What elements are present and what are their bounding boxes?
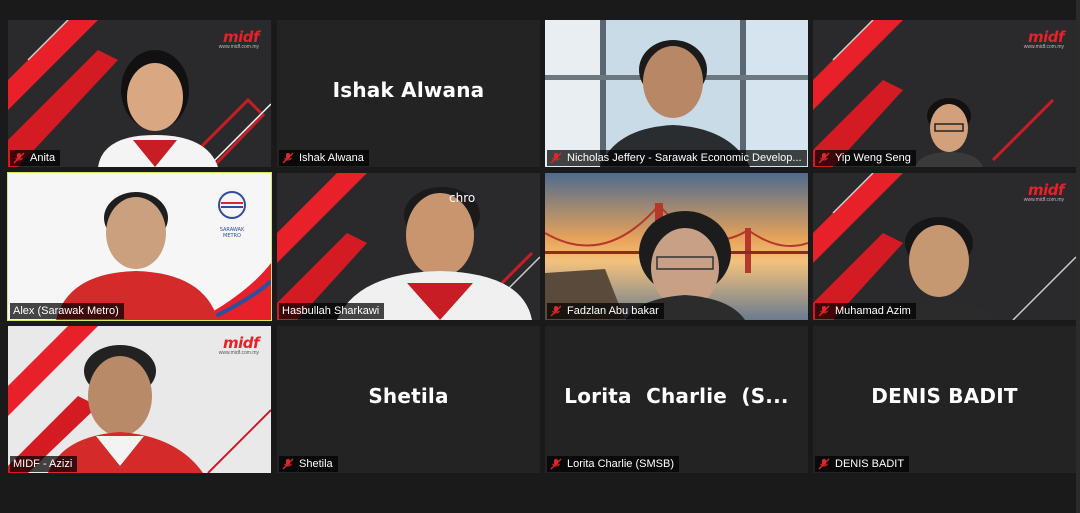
name-tag: Muhamad Azim (815, 303, 916, 319)
name-tag: Ishak Alwana (279, 150, 369, 166)
participant-tile-nicholas-jeffery[interactable]: Nicholas Jeffery - Sarawak Economic Deve… (545, 20, 808, 167)
participant-display-name: Shetila (368, 384, 449, 408)
mic-muted-icon (818, 152, 830, 164)
participant-display-name: Lorita Charlie (S... (564, 384, 789, 408)
participant-tile-anita[interactable]: midf www.midf.com.my Anita (8, 20, 271, 167)
name-tag: Yip Weng Seng (815, 150, 916, 166)
sarawak-metro-logo (218, 191, 246, 219)
participant-tile-yip-weng-seng[interactable]: midf www.midf.com.my Yip Weng Seng (813, 20, 1076, 167)
mic-muted-icon (550, 458, 562, 470)
participant-tile-lorita-charlie[interactable]: Lorita Charlie (S... Lorita Charlie (SMS… (545, 326, 808, 473)
participant-video-anita (98, 50, 218, 167)
mic-muted-icon (550, 305, 562, 317)
participant-tile-shetila[interactable]: Shetila Shetila (277, 326, 540, 473)
midf-logo: midf www.midf.com.my (1023, 28, 1065, 50)
window-edge (1076, 0, 1080, 513)
sarawak-metro-logo-text: SARAWAK METRO (219, 227, 245, 239)
name-tag: Nicholas Jeffery - Sarawak Economic Deve… (547, 150, 807, 166)
participant-video-yip (915, 98, 983, 167)
midf-virtual-background (277, 173, 540, 320)
name-tag: Shetila (279, 456, 338, 472)
participant-display-name: Ishak Alwana (332, 78, 485, 102)
name-tag: Fadzlan Abu bakar (547, 303, 664, 319)
mic-muted-icon (818, 305, 830, 317)
participant-video-nicholas (545, 20, 808, 167)
mic-muted-icon (282, 152, 294, 164)
name-tag: Lorita Charlie (SMSB) (547, 456, 679, 472)
midf-logo: midf www.midf.com.my (1023, 181, 1065, 203)
midf-logo: midf www.midf.com.my (218, 28, 260, 50)
name-tag: Alex (Sarawak Metro) (10, 303, 124, 319)
mic-muted-icon (550, 152, 562, 164)
name-tag: DENIS BADIT (815, 456, 910, 472)
participant-tile-ishak-alwana[interactable]: Ishak Alwana Ishak Alwana (277, 20, 540, 167)
golden-gate-virtual-background (545, 173, 808, 320)
mic-muted-icon (13, 152, 25, 164)
participant-tile-hasbullah-sharkawi[interactable]: chro Hasbullah Sharkawi (277, 173, 540, 320)
name-tag: Anita (10, 150, 61, 166)
participant-display-name: DENIS BADIT (871, 384, 1018, 408)
name-tag: Hasbullah Sharkawi (279, 303, 385, 319)
participant-tile-denis-badit[interactable]: DENIS BADIT DENIS BADIT (813, 326, 1076, 473)
participant-tile-alex-active-speaker[interactable]: SARAWAK METRO Alex (Sarawak Metro) (7, 172, 272, 321)
name-tag: MIDF - Azizi (10, 456, 78, 472)
participant-tile-fadzlan-abu-bakar[interactable]: Fadzlan Abu bakar (545, 173, 808, 320)
mic-muted-icon (818, 458, 830, 470)
overlay-text: chro (449, 191, 476, 205)
mic-muted-icon (282, 458, 294, 470)
participant-tile-muhamad-azim[interactable]: midf www.midf.com.my Muhamad Azim (813, 173, 1076, 320)
participant-tile-midf-azizi[interactable]: midf www.midf.com.my MIDF - Azizi (8, 326, 271, 473)
midf-logo: midf www.midf.com.my (218, 334, 260, 356)
